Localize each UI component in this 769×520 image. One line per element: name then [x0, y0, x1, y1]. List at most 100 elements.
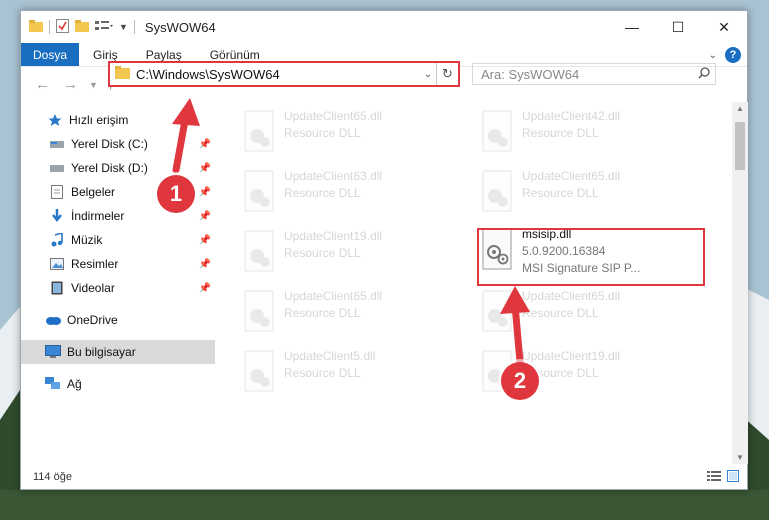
file-item[interactable]: UpdateClient65.dll Resource DLL — [476, 166, 706, 218]
help-icon[interactable]: ? — [725, 47, 741, 63]
nav-item-videos[interactable]: Videolar 📌 — [21, 276, 215, 300]
address-path[interactable]: C:\Windows\SysWOW64 — [136, 67, 420, 82]
nav-label: Ağ — [67, 377, 82, 391]
dll-file-icon — [242, 170, 276, 214]
refresh-icon[interactable]: ↻ — [436, 63, 458, 85]
file-list: UpdateClient65.dll Resource DLL UpdateCli… — [238, 106, 732, 466]
scroll-thumb[interactable] — [735, 122, 745, 170]
computer-icon — [45, 344, 61, 360]
ribbon-right: ⌄ ? — [709, 45, 741, 65]
minimize-button[interactable]: — — [609, 11, 655, 43]
nav-label: Resimler — [71, 257, 119, 271]
file-description: Resource DLL — [284, 306, 361, 320]
dll-file-icon — [480, 110, 514, 154]
nav-quick-access[interactable]: Hızlı erişim — [21, 108, 215, 132]
music-icon — [49, 232, 65, 248]
file-item[interactable]: UpdateClient65.dll Resource DLL — [238, 106, 468, 158]
address-bar[interactable]: C:\Windows\SysWOW64 ⌄ ↻ — [108, 61, 460, 87]
dll-file-icon — [480, 170, 514, 214]
file-name: UpdateClient65.dll — [284, 109, 383, 123]
nav-label: Hızlı erişim — [69, 113, 129, 127]
search-box[interactable]: Ara: SysWOW64 — [472, 63, 716, 85]
maximize-button[interactable]: ☐ — [655, 11, 701, 43]
scroll-down-icon[interactable]: ▼ — [732, 453, 748, 462]
nav-this-pc[interactable]: Bu bilgisayar — [21, 340, 215, 364]
customize-toolbar-icon[interactable] — [95, 20, 113, 35]
file-description: Resource DLL — [284, 246, 361, 260]
file-item[interactable]: UpdateClient63.dll Resource DLL — [238, 166, 468, 218]
nav-label: Müzik — [71, 233, 103, 247]
details-view-icon[interactable] — [707, 470, 721, 485]
nav-label: Yerel Disk (C:) — [71, 137, 148, 151]
file-name: UpdateClient65.dll — [284, 289, 383, 303]
view-switcher — [707, 470, 739, 485]
file-item[interactable]: UpdateClient65.dll Resource DLL — [476, 286, 706, 338]
navigation-pane: Hızlı erişim Yerel Disk (C:) 📌 Yerel Dis… — [21, 106, 215, 466]
nav-label: Yerel Disk (D:) — [71, 161, 148, 175]
properties-icon[interactable] — [56, 18, 69, 36]
pin-icon[interactable]: 📌 — [199, 139, 211, 150]
network-icon — [45, 376, 61, 392]
pin-icon[interactable]: 📌 — [199, 211, 211, 222]
documents-icon — [49, 184, 65, 200]
forward-arrow-icon[interactable]: → — [63, 76, 78, 93]
file-description: Resource DLL — [284, 366, 361, 380]
close-button[interactable]: ✕ — [701, 11, 747, 43]
star-icon — [47, 112, 63, 128]
vertical-scrollbar[interactable]: ▲ ▼ — [732, 102, 748, 464]
nav-item-drive-c[interactable]: Yerel Disk (C:) 📌 — [21, 132, 215, 156]
chevron-down-icon[interactable]: ⌄ — [420, 69, 436, 80]
nav-item-drive-d[interactable]: Yerel Disk (D:) 📌 — [21, 156, 215, 180]
file-item[interactable]: UpdateClient42.dll Resource DLL — [476, 106, 706, 158]
file-name: UpdateClient65.dll — [522, 169, 621, 183]
file-item[interactable]: UpdateClient65.dll Resource DLL — [238, 286, 468, 338]
window-title: SysWOW64 — [144, 19, 216, 35]
nav-item-music[interactable]: Müzik 📌 — [21, 228, 215, 252]
item-count: 114 öğe — [33, 471, 72, 483]
expand-ribbon-icon[interactable]: ⌄ — [709, 50, 717, 61]
file-item[interactable]: UpdateClient19.dll Resource DLL — [238, 226, 468, 278]
recent-locations-icon[interactable]: ▼ — [89, 80, 98, 90]
tab-file[interactable]: Dosya — [21, 43, 80, 66]
search-icon[interactable] — [693, 66, 715, 82]
nav-item-pictures[interactable]: Resimler 📌 — [21, 252, 215, 276]
nav-label: Belgeler — [71, 185, 116, 199]
nav-onedrive[interactable]: OneDrive — [21, 308, 215, 332]
pin-icon[interactable]: 📌 — [199, 283, 211, 294]
pin-icon[interactable]: 📌 — [199, 235, 211, 246]
file-description: Resource DLL — [522, 126, 599, 140]
file-name: UpdateClient19.dll — [522, 349, 621, 363]
nav-label: İndirmeler — [71, 209, 125, 223]
file-item[interactable]: UpdateClient5.dll Resource DLL — [238, 346, 468, 398]
dll-file-icon — [242, 230, 276, 274]
downloads-icon — [49, 208, 65, 224]
folder-icon — [29, 19, 43, 35]
nav-network[interactable]: Ağ — [21, 372, 215, 396]
file-description: Resource DLL — [522, 186, 599, 200]
tiles-view-icon[interactable] — [727, 470, 739, 485]
scroll-up-icon[interactable]: ▲ — [732, 104, 748, 113]
dll-file-icon — [242, 290, 276, 334]
pin-icon[interactable]: 📌 — [199, 187, 211, 198]
pin-icon[interactable]: 📌 — [199, 259, 211, 270]
file-description: Resource DLL — [522, 306, 599, 320]
folder-icon — [115, 66, 130, 82]
file-name: UpdateClient5.dll — [284, 349, 376, 363]
back-arrow-icon[interactable]: ← — [35, 76, 50, 93]
new-folder-icon[interactable] — [75, 19, 89, 35]
separator — [49, 20, 50, 34]
step-badge-1: 1 — [157, 175, 195, 213]
file-description: Resource DLL — [284, 126, 361, 140]
search-input[interactable]: Ara: SysWOW64 — [481, 67, 693, 82]
status-bar: 114 öğe — [21, 465, 747, 489]
qat-dropdown-icon[interactable]: ▼ — [119, 22, 128, 32]
nav-label: Bu bilgisayar — [67, 345, 136, 359]
cloud-icon — [45, 312, 61, 328]
drive-icon — [49, 136, 65, 152]
dll-file-icon — [242, 110, 276, 154]
nav-label: OneDrive — [67, 313, 118, 327]
pin-icon[interactable]: 📌 — [199, 163, 211, 174]
file-name: UpdateClient63.dll — [284, 169, 383, 183]
dll-file-icon — [480, 290, 514, 334]
pictures-icon — [49, 256, 65, 272]
